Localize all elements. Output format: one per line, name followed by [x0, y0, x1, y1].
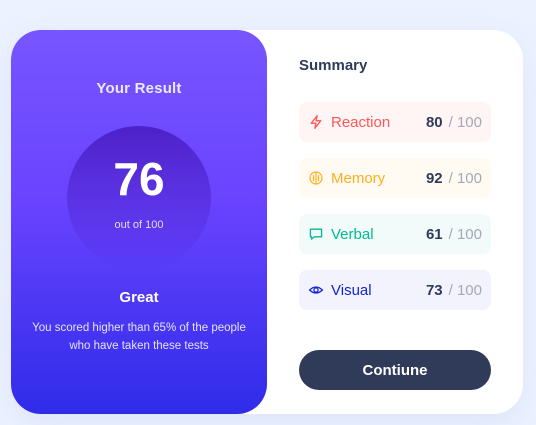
result-panel: Your Result 76 out of 100 Great You scor… — [11, 30, 267, 414]
result-description: You scored higher than 65% of the people… — [32, 322, 246, 352]
summary-row-memory: Memory 92 / 100 — [299, 158, 491, 198]
summary-title: Summary — [299, 57, 368, 74]
rating-label: Great — [119, 289, 159, 306]
lightning-icon — [307, 113, 325, 131]
eye-icon — [307, 281, 325, 299]
result-title: Your Result — [96, 80, 182, 97]
summary-item-label: Reaction — [331, 113, 391, 131]
summary-item-max: / 100 — [448, 169, 482, 187]
summary-item-score: 73 — [425, 281, 443, 299]
summary-item-score: 61 — [425, 225, 443, 243]
summary-row-verbal: Verbal 61 / 100 — [299, 214, 491, 254]
score-value: 76 — [113, 153, 165, 205]
summary-item-score: 80 — [425, 113, 443, 131]
summary-item-max: / 100 — [448, 113, 482, 131]
summary-row-reaction: Reaction 80 / 100 — [299, 102, 491, 142]
summary-item-label: Memory — [331, 169, 386, 187]
summary-row-visual: Visual 73 / 100 — [299, 270, 491, 310]
score-circle: 76 out of 100 — [67, 126, 211, 270]
summary-item-label: Visual — [331, 281, 372, 299]
chat-bubble-icon — [307, 225, 325, 243]
score-max-label: out of 100 — [114, 219, 164, 231]
summary-item-score: 92 — [425, 169, 443, 187]
summary-item-label: Verbal — [331, 225, 374, 243]
brain-icon — [307, 169, 325, 187]
summary-item-max: / 100 — [448, 281, 482, 299]
summary-item-max: / 100 — [448, 225, 482, 243]
continue-button[interactable]: Contiune — [299, 350, 491, 390]
